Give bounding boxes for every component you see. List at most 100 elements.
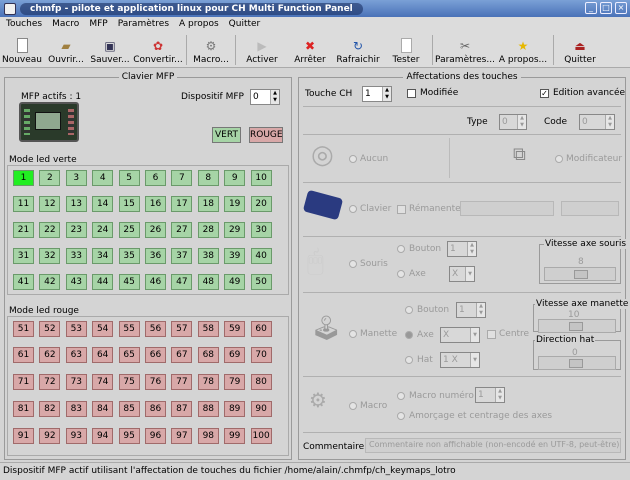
direction-hat-slider[interactable]	[538, 356, 616, 370]
green-led-42[interactable]: 42	[39, 274, 61, 290]
red-led-72[interactable]: 72	[39, 374, 61, 390]
red-led-63[interactable]: 63	[65, 347, 87, 363]
green-led-35[interactable]: 35	[118, 248, 140, 264]
menu-parametres[interactable]: Paramètres	[112, 17, 173, 32]
vert-button[interactable]: VERT	[212, 127, 241, 143]
touche-ch-spinbox[interactable]: 1 ▲ ▼	[362, 86, 392, 102]
green-led-2[interactable]: 2	[39, 170, 61, 186]
hat-radio[interactable]	[405, 356, 413, 364]
red-led-91[interactable]: 91	[13, 428, 34, 444]
dispositif-mfp-spinbox[interactable]: 0 ▲ ▼	[250, 89, 280, 105]
green-led-28[interactable]: 28	[197, 222, 219, 238]
red-led-65[interactable]: 65	[118, 347, 140, 363]
red-led-51[interactable]: 51	[13, 321, 34, 337]
red-led-98[interactable]: 98	[197, 428, 219, 444]
menu-touches[interactable]: Touches	[0, 17, 46, 32]
green-led-50[interactable]: 50	[250, 274, 272, 290]
red-led-100[interactable]: 100	[250, 428, 272, 444]
red-led-62[interactable]: 62	[39, 347, 61, 363]
green-led-22[interactable]: 22	[39, 222, 61, 238]
green-led-48[interactable]: 48	[197, 274, 219, 290]
manette-bouton-spinbox[interactable]: 1 ▲ ▼	[456, 302, 486, 318]
red-led-84[interactable]: 84	[92, 401, 114, 417]
red-led-71[interactable]: 71	[13, 374, 34, 390]
green-led-16[interactable]: 16	[145, 196, 166, 212]
green-led-25[interactable]: 25	[118, 222, 140, 238]
green-led-34[interactable]: 34	[92, 248, 114, 264]
macro-numero-radio[interactable]	[397, 392, 405, 400]
aucun-radio[interactable]	[349, 155, 357, 163]
vitesse-souris-slider[interactable]	[544, 267, 616, 281]
manette-axe-select[interactable]: X ▼	[440, 327, 480, 343]
edition-avancee-checkbox[interactable]: ✓	[540, 89, 549, 98]
tester-button[interactable]: Tester	[382, 32, 430, 68]
manette-radio[interactable]	[349, 330, 357, 338]
red-led-87[interactable]: 87	[171, 401, 193, 417]
green-led-18[interactable]: 18	[197, 196, 219, 212]
modificateur-radio[interactable]	[555, 155, 563, 163]
red-led-97[interactable]: 97	[171, 428, 193, 444]
green-led-32[interactable]: 32	[39, 248, 61, 264]
green-led-14[interactable]: 14	[92, 196, 114, 212]
red-led-68[interactable]: 68	[197, 347, 219, 363]
clavier-text-field[interactable]	[460, 201, 554, 216]
red-led-75[interactable]: 75	[118, 374, 140, 390]
red-led-93[interactable]: 93	[65, 428, 87, 444]
green-led-23[interactable]: 23	[65, 222, 87, 238]
green-led-45[interactable]: 45	[118, 274, 140, 290]
manette-axe-radio[interactable]	[405, 331, 413, 339]
red-led-74[interactable]: 74	[92, 374, 114, 390]
red-led-94[interactable]: 94	[92, 428, 114, 444]
bouton-radio[interactable]	[397, 245, 405, 253]
green-led-39[interactable]: 39	[224, 248, 246, 264]
arreter-button[interactable]: ✖ Arrêter	[286, 32, 334, 68]
green-led-11[interactable]: 11	[13, 196, 34, 212]
red-led-60[interactable]: 60	[250, 321, 272, 337]
quitter-button[interactable]: ⏏ Quitter	[556, 32, 604, 68]
green-led-33[interactable]: 33	[65, 248, 87, 264]
green-led-37[interactable]: 37	[171, 248, 193, 264]
red-led-99[interactable]: 99	[224, 428, 246, 444]
green-led-26[interactable]: 26	[145, 222, 166, 238]
red-led-95[interactable]: 95	[118, 428, 140, 444]
souris-radio[interactable]	[349, 260, 357, 268]
green-led-1[interactable]: 1	[13, 170, 34, 186]
green-led-27[interactable]: 27	[171, 222, 193, 238]
green-led-3[interactable]: 3	[65, 170, 87, 186]
red-led-96[interactable]: 96	[145, 428, 166, 444]
red-led-58[interactable]: 58	[197, 321, 219, 337]
green-led-7[interactable]: 7	[171, 170, 193, 186]
green-led-24[interactable]: 24	[92, 222, 114, 238]
manette-bouton-radio[interactable]	[405, 306, 413, 314]
red-led-80[interactable]: 80	[250, 374, 272, 390]
commentaire-field[interactable]: Commentaire non affichable (non-encodé e…	[365, 438, 621, 453]
red-led-57[interactable]: 57	[171, 321, 193, 337]
green-led-20[interactable]: 20	[250, 196, 272, 212]
code-spinbox[interactable]: 0 ▲ ▼	[579, 114, 615, 130]
green-led-6[interactable]: 6	[145, 170, 166, 186]
close-window-button[interactable]: ×	[615, 2, 627, 14]
red-led-53[interactable]: 53	[65, 321, 87, 337]
nouveau-button[interactable]: Nouveau	[0, 32, 44, 68]
amorcage-radio[interactable]	[397, 412, 405, 420]
red-led-73[interactable]: 73	[65, 374, 87, 390]
red-led-81[interactable]: 81	[13, 401, 34, 417]
red-led-66[interactable]: 66	[145, 347, 166, 363]
red-led-78[interactable]: 78	[197, 374, 219, 390]
red-led-79[interactable]: 79	[224, 374, 246, 390]
centre-checkbox[interactable]	[487, 330, 496, 339]
green-led-21[interactable]: 21	[13, 222, 34, 238]
green-led-4[interactable]: 4	[92, 170, 114, 186]
menu-mfp[interactable]: MFP	[83, 17, 111, 32]
red-led-77[interactable]: 77	[171, 374, 193, 390]
green-led-30[interactable]: 30	[250, 222, 272, 238]
green-led-8[interactable]: 8	[197, 170, 219, 186]
green-led-29[interactable]: 29	[224, 222, 246, 238]
red-led-64[interactable]: 64	[92, 347, 114, 363]
green-led-31[interactable]: 31	[13, 248, 34, 264]
green-led-49[interactable]: 49	[224, 274, 246, 290]
minimize-button[interactable]: _	[585, 2, 597, 14]
clavier-radio[interactable]	[349, 205, 357, 213]
red-led-90[interactable]: 90	[250, 401, 272, 417]
parametres-button[interactable]: ✂ Paramètres...	[435, 32, 495, 68]
